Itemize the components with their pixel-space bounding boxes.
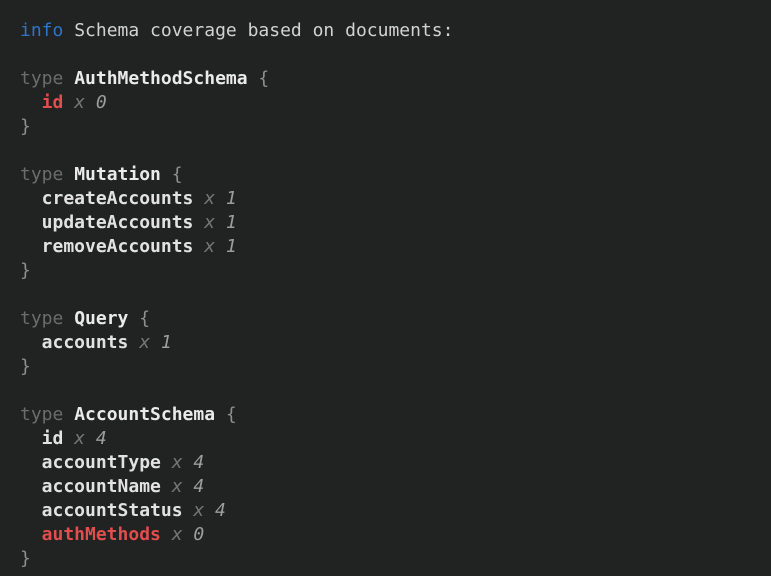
field-row-accounts: accounts x1 bbox=[20, 331, 763, 355]
multiplier-label: x bbox=[172, 475, 183, 499]
multiplier-label: x bbox=[172, 523, 183, 547]
usage-count: 1 bbox=[226, 187, 237, 211]
multiplier-label: x bbox=[204, 211, 215, 235]
type-declaration: type Query { bbox=[20, 307, 763, 331]
type-blocks: typeAuthMethodSchema{idx0}typeMutation{c… bbox=[20, 67, 763, 571]
multiplier-label: x bbox=[172, 451, 183, 475]
usage-count: 0 bbox=[96, 91, 107, 115]
type-block-query: type Query { accounts x1} bbox=[20, 307, 763, 379]
close-brace: } bbox=[20, 355, 31, 379]
type-declaration: type AuthMethodSchema { bbox=[20, 67, 763, 91]
field-name: accounts bbox=[42, 331, 129, 355]
type-keyword: type bbox=[20, 307, 63, 331]
open-brace: { bbox=[226, 403, 237, 427]
blank-line bbox=[20, 283, 763, 307]
field-name: accountType bbox=[42, 451, 161, 475]
multiplier-label: x bbox=[204, 187, 215, 211]
close-brace-line: } bbox=[20, 115, 763, 139]
field-name: updateAccounts bbox=[42, 211, 194, 235]
close-brace-line: } bbox=[20, 259, 763, 283]
field-row-accountname: accountName x4 bbox=[20, 475, 763, 499]
type-name: Query bbox=[74, 307, 128, 331]
field-name: accountStatus bbox=[42, 499, 183, 523]
usage-count: 0 bbox=[193, 523, 204, 547]
close-brace-line: } bbox=[20, 355, 763, 379]
type-block-accountschema: typeAccountSchema{idx4accountTypex4accou… bbox=[20, 403, 763, 571]
usage-count: 4 bbox=[215, 499, 226, 523]
usage-count: 4 bbox=[96, 427, 107, 451]
field-name: id bbox=[42, 91, 64, 115]
close-brace: } bbox=[20, 115, 31, 139]
blank-line bbox=[20, 379, 763, 403]
field-row-id: idx4 bbox=[20, 427, 763, 451]
open-brace: { bbox=[139, 307, 150, 331]
coverage-header-line: info Schema coverage based on documents: bbox=[20, 19, 763, 43]
usage-count: 1 bbox=[226, 211, 237, 235]
usage-count: 4 bbox=[193, 475, 204, 499]
usage-count: 1 bbox=[161, 331, 172, 355]
type-keyword: type bbox=[20, 163, 63, 187]
field-name: accountName bbox=[42, 475, 161, 499]
field-row-removeaccounts: removeAccounts x1 bbox=[20, 235, 763, 259]
field-name: createAccounts bbox=[42, 187, 194, 211]
type-declaration: type AccountSchema { bbox=[20, 403, 763, 427]
field-name: id bbox=[42, 427, 64, 451]
coverage-header-text: Schema coverage based on documents: bbox=[74, 19, 453, 43]
type-name: AuthMethodSchema bbox=[74, 67, 247, 91]
type-block-mutation: typeMutation{createAccountsx1updateAccou… bbox=[20, 163, 763, 283]
field-row-updateaccounts: updateAccounts x1 bbox=[20, 211, 763, 235]
terminal-output: info Schema coverage based on documents:… bbox=[0, 0, 771, 576]
type-declaration: type Mutation { bbox=[20, 163, 763, 187]
type-name: AccountSchema bbox=[74, 403, 215, 427]
type-block-authmethodschema: typeAuthMethodSchema{idx0} bbox=[20, 67, 763, 139]
open-brace: { bbox=[258, 67, 269, 91]
field-row-accountstatus: accountStatus x4 bbox=[20, 499, 763, 523]
close-brace: } bbox=[20, 547, 31, 571]
field-row-createaccounts: createAccounts x1 bbox=[20, 187, 763, 211]
multiplier-label: x bbox=[74, 91, 85, 115]
field-row-id: idx0 bbox=[20, 91, 763, 115]
multiplier-label: x bbox=[139, 331, 150, 355]
close-brace: } bbox=[20, 259, 31, 283]
type-name: Mutation bbox=[74, 163, 161, 187]
usage-count: 1 bbox=[226, 235, 237, 259]
multiplier-label: x bbox=[204, 235, 215, 259]
field-row-authmethods: authMethods x0 bbox=[20, 523, 763, 547]
open-brace: { bbox=[172, 163, 183, 187]
blank-line bbox=[20, 43, 763, 67]
field-row-accounttype: accountType x4 bbox=[20, 451, 763, 475]
field-name: authMethods bbox=[42, 523, 161, 547]
multiplier-label: x bbox=[193, 499, 204, 523]
type-keyword: type bbox=[20, 67, 63, 91]
usage-count: 4 bbox=[193, 451, 204, 475]
info-tag: info bbox=[20, 19, 63, 43]
type-keyword: type bbox=[20, 403, 63, 427]
field-name: removeAccounts bbox=[42, 235, 194, 259]
multiplier-label: x bbox=[74, 427, 85, 451]
close-brace-line: } bbox=[20, 547, 763, 571]
blank-line bbox=[20, 139, 763, 163]
